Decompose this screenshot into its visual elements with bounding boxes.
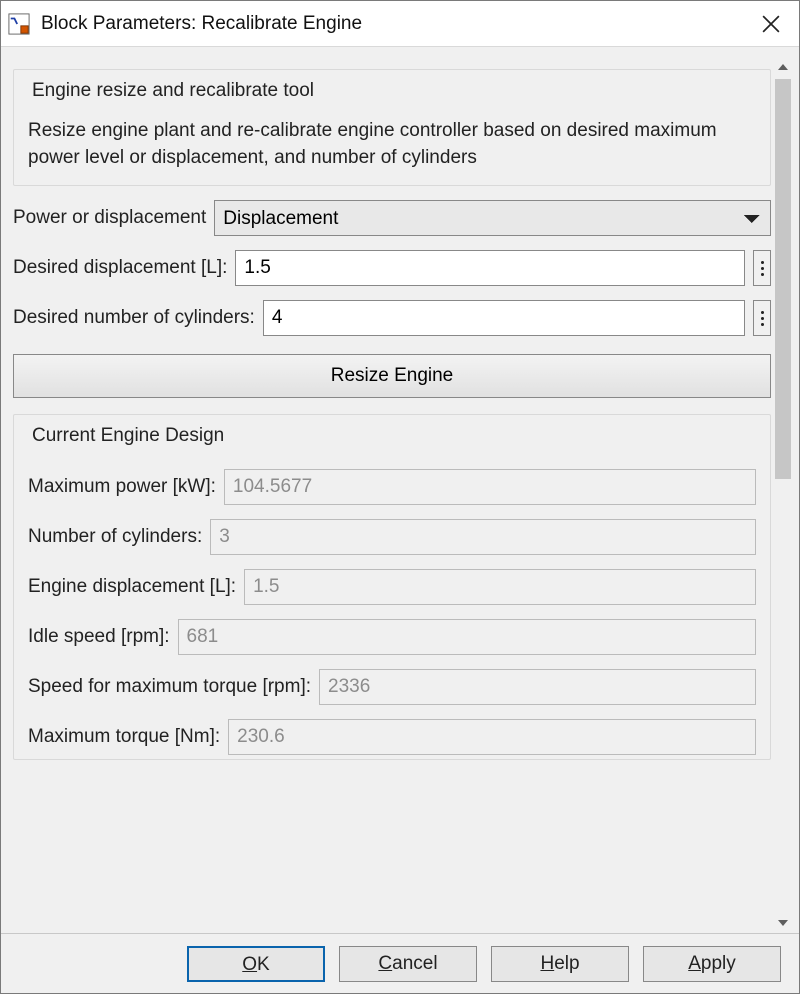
- scrollbar-thumb[interactable]: [775, 79, 791, 479]
- disp-value: [244, 569, 756, 605]
- row-displacement: Desired displacement [L]:: [13, 250, 771, 286]
- max-torque-value: [228, 719, 756, 755]
- titlebar: Block Parameters: Recalibrate Engine: [1, 1, 799, 47]
- ncyl-label: Number of cylinders:: [28, 526, 202, 548]
- row-speed-max-torque: Speed for maximum torque [rpm]:: [28, 669, 756, 705]
- max-power-value: [224, 469, 756, 505]
- resize-engine-button[interactable]: Resize Engine: [13, 354, 771, 398]
- group-current-engine: Current Engine Design Maximum power [kW]…: [13, 414, 771, 760]
- displacement-input[interactable]: [235, 250, 745, 286]
- group-resize-tool: Engine resize and recalibrate tool Resiz…: [13, 69, 771, 186]
- cylinders-input[interactable]: [263, 300, 745, 336]
- ok-button[interactable]: OK: [187, 946, 325, 982]
- disp-label: Engine displacement [L]:: [28, 576, 236, 598]
- displacement-more-button[interactable]: [753, 250, 771, 286]
- group-current-legend: Current Engine Design: [28, 425, 228, 447]
- speed-max-torque-value: [319, 669, 756, 705]
- max-torque-label: Maximum torque [Nm]:: [28, 726, 220, 748]
- dialog-button-bar: OK Cancel Help Apply: [1, 933, 799, 993]
- row-ncyl: Number of cylinders:: [28, 519, 756, 555]
- row-disp: Engine displacement [L]:: [28, 569, 756, 605]
- help-button[interactable]: Help: [491, 946, 629, 982]
- chevron-down-icon: [777, 917, 789, 929]
- scroll-down-button[interactable]: [773, 913, 793, 933]
- mode-select[interactable]: Displacement: [214, 200, 771, 236]
- group-resize-legend: Engine resize and recalibrate tool: [28, 80, 318, 102]
- mode-label: Power or displacement: [13, 207, 206, 229]
- cylinders-label: Desired number of cylinders:: [13, 307, 255, 329]
- row-cylinders: Desired number of cylinders:: [13, 300, 771, 336]
- group-resize-description: Resize engine plant and re-calibrate eng…: [28, 118, 756, 171]
- vertical-scrollbar[interactable]: [773, 57, 793, 933]
- row-max-power: Maximum power [kW]:: [28, 469, 756, 505]
- row-max-torque: Maximum torque [Nm]:: [28, 719, 756, 755]
- row-idle: Idle speed [rpm]:: [28, 619, 756, 655]
- idle-label: Idle speed [rpm]:: [28, 626, 170, 648]
- app-icon: [7, 12, 31, 36]
- cancel-button[interactable]: Cancel: [339, 946, 477, 982]
- window-title: Block Parameters: Recalibrate Engine: [41, 13, 743, 35]
- ncyl-value: [210, 519, 756, 555]
- row-mode: Power or displacement Displacement: [13, 200, 771, 236]
- max-power-label: Maximum power [kW]:: [28, 476, 216, 498]
- scroll-up-button[interactable]: [773, 57, 793, 77]
- idle-value: [178, 619, 756, 655]
- displacement-label: Desired displacement [L]:: [13, 257, 227, 279]
- chevron-up-icon: [777, 61, 789, 73]
- cylinders-more-button[interactable]: [753, 300, 771, 336]
- apply-button[interactable]: Apply: [643, 946, 781, 982]
- close-icon: [762, 15, 780, 33]
- speed-max-torque-label: Speed for maximum torque [rpm]:: [28, 676, 311, 698]
- close-button[interactable]: [743, 1, 799, 47]
